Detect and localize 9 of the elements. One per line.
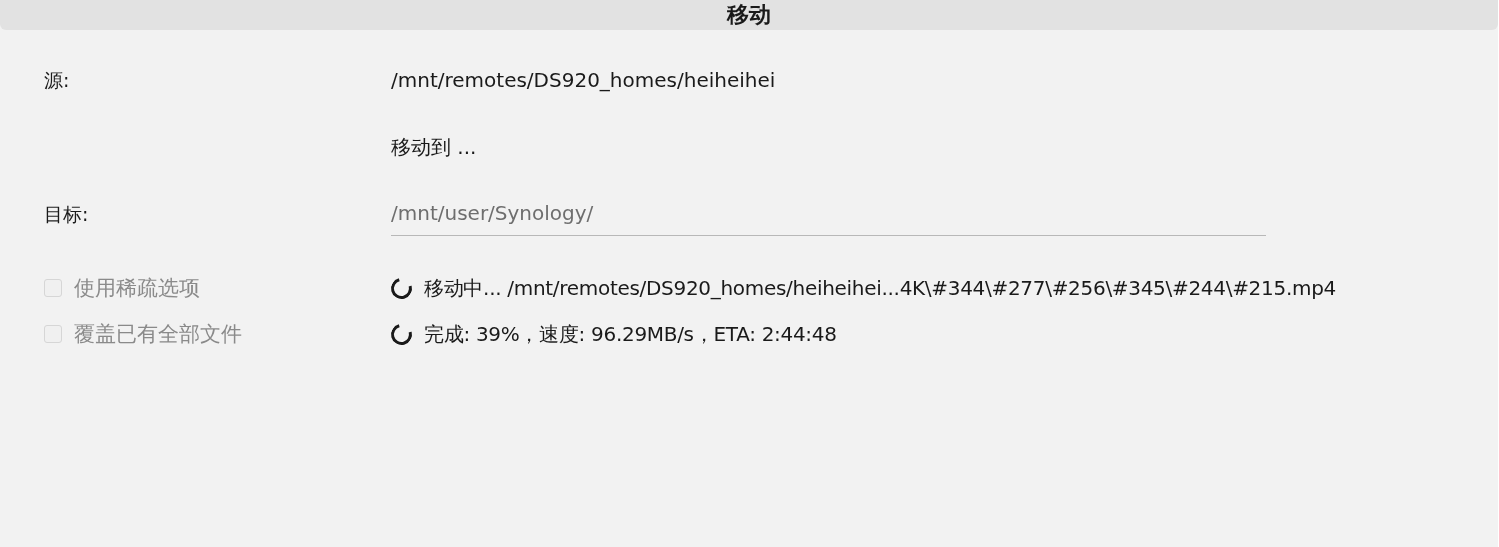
checkbox-label: 使用稀疏选项 xyxy=(74,275,200,302)
field-label: 目标: xyxy=(44,202,89,227)
field-label: 源: xyxy=(44,68,70,93)
status-text: 移动中... /mnt/remotes/DS920_homes/heiheihei...4K\#344\#277\#256\#345\#244\#215.mp4 xyxy=(424,274,1336,302)
checkbox-label: 覆盖已有全部文件 xyxy=(74,321,242,348)
move-to-text: 移动到 ... xyxy=(391,134,477,160)
source-path: /mnt/remotes/DS920_homes/heiheihei xyxy=(391,67,776,93)
status-text: 完成: 39%，速度: 96.29MB/s，ETA: 2:44:48 xyxy=(424,320,837,348)
window-title: 移动 xyxy=(727,2,771,28)
